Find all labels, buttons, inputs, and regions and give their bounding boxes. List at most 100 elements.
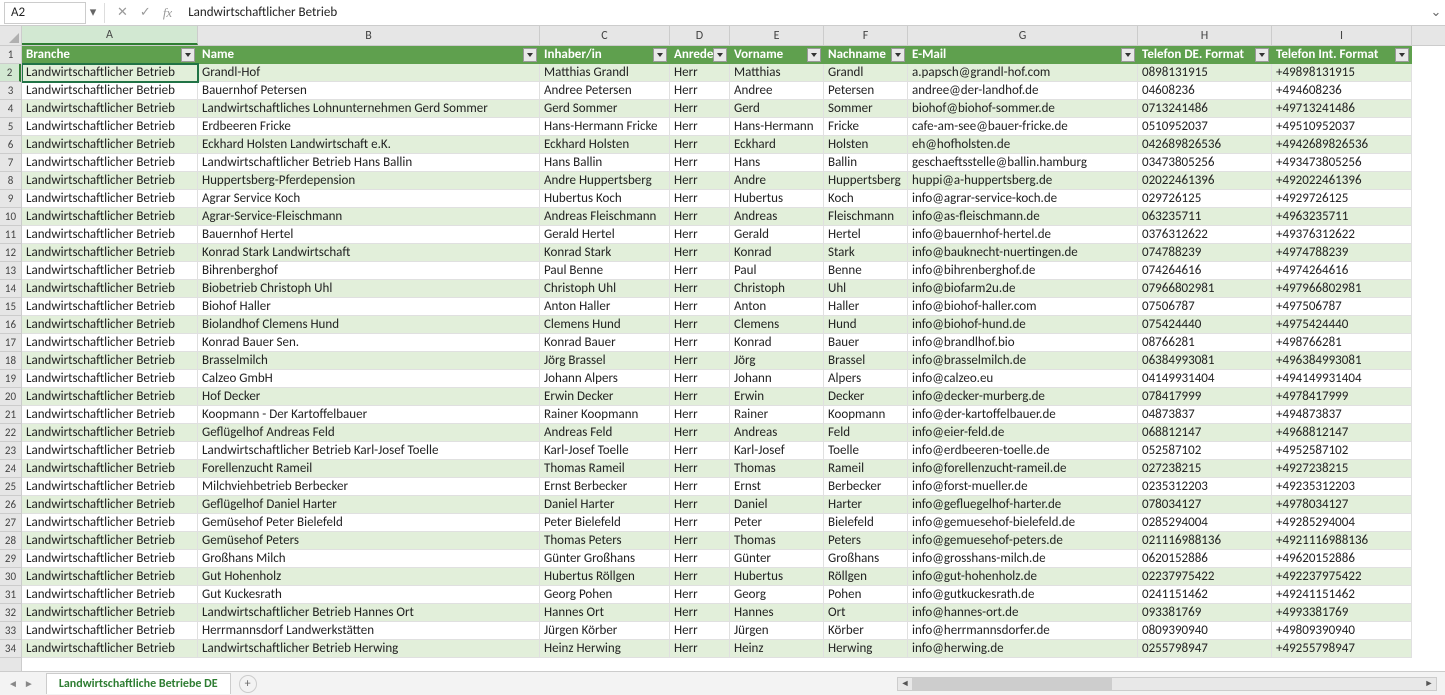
filter-button[interactable] xyxy=(1395,48,1409,62)
cell[interactable]: Forellenzucht Rameil xyxy=(198,460,540,478)
cell[interactable]: Konrad Stark xyxy=(540,244,670,262)
cell[interactable]: Landwirtschaftlicher Betrieb xyxy=(22,478,198,496)
cell[interactable]: Berbecker xyxy=(824,478,908,496)
cell[interactable]: Christoph Uhl xyxy=(540,280,670,298)
cell[interactable]: info@biofarm2u.de xyxy=(908,280,1138,298)
cell[interactable]: +4929726125 xyxy=(1272,190,1412,208)
cell[interactable]: Landwirtschaftlicher Betrieb xyxy=(22,154,198,172)
filter-button[interactable] xyxy=(713,48,727,62)
row-header-17[interactable]: 17 xyxy=(0,334,21,352)
cell[interactable]: info@erdbeeren-toelle.de xyxy=(908,442,1138,460)
row-header-8[interactable]: 8 xyxy=(0,172,21,190)
cell[interactable]: Grandl xyxy=(824,64,908,82)
cell[interactable]: Calzeo GmbH xyxy=(198,370,540,388)
cell[interactable]: Christoph xyxy=(730,280,824,298)
cell[interactable]: Eckhard Holsten xyxy=(540,136,670,154)
cell[interactable]: Toelle xyxy=(824,442,908,460)
cell[interactable]: Herr xyxy=(670,406,730,424)
cell[interactable]: Gemüsehof Peters xyxy=(198,532,540,550)
cell[interactable]: Großhans Milch xyxy=(198,550,540,568)
cell[interactable]: biohof@biohof-sommer.de xyxy=(908,100,1138,118)
cell[interactable]: Agrar Service Koch xyxy=(198,190,540,208)
cell[interactable]: Herr xyxy=(670,442,730,460)
cell[interactable]: 0713241486 xyxy=(1138,100,1272,118)
cell[interactable]: Landwirtschaftlicher Betrieb xyxy=(22,82,198,100)
tab-first-icon[interactable]: ◄ xyxy=(6,677,20,690)
cell[interactable]: Daniel Harter xyxy=(540,496,670,514)
row-header-13[interactable]: 13 xyxy=(0,262,21,280)
row-header-3[interactable]: 3 xyxy=(0,82,21,100)
row-header-14[interactable]: 14 xyxy=(0,280,21,298)
cell[interactable]: Gerd xyxy=(730,100,824,118)
cell[interactable]: Andreas xyxy=(730,424,824,442)
cell[interactable]: Thomas xyxy=(730,460,824,478)
name-box[interactable]: A2 xyxy=(4,2,86,24)
cell[interactable]: 07966802981 xyxy=(1138,280,1272,298)
cell[interactable]: Herwing xyxy=(824,640,908,658)
filter-button[interactable] xyxy=(807,48,821,62)
cell[interactable]: Peter xyxy=(730,514,824,532)
cell[interactable]: +4921116988136 xyxy=(1272,532,1412,550)
cell[interactable]: Feld xyxy=(824,424,908,442)
col-header-I[interactable]: I xyxy=(1272,26,1412,45)
cell[interactable]: Koch xyxy=(824,190,908,208)
scroll-left-icon[interactable]: ◄ xyxy=(898,678,912,690)
cell[interactable]: Geflügelhof Andreas Feld xyxy=(198,424,540,442)
cell[interactable]: info@herrmannsdorfer.de xyxy=(908,622,1138,640)
cell[interactable]: Brassel xyxy=(824,352,908,370)
cell[interactable]: Landwirtschaftlicher Betrieb xyxy=(22,622,198,640)
cell[interactable]: Landwirtschaftlicher Betrieb xyxy=(22,100,198,118)
cell[interactable]: Herr xyxy=(670,550,730,568)
cell[interactable]: Gerd Sommer xyxy=(540,100,670,118)
cell[interactable]: Ernst Berbecker xyxy=(540,478,670,496)
cell[interactable]: +4942689826536 xyxy=(1272,136,1412,154)
cell[interactable]: info@gutkuckesrath.de xyxy=(908,586,1138,604)
cell[interactable]: Landwirtschaftlicher Betrieb xyxy=(22,532,198,550)
cell[interactable]: Andre xyxy=(730,172,824,190)
cell[interactable]: Günter xyxy=(730,550,824,568)
cell[interactable]: +498766281 xyxy=(1272,334,1412,352)
cell[interactable]: info@der-kartoffelbauer.de xyxy=(908,406,1138,424)
cell[interactable]: info@forst-mueller.de xyxy=(908,478,1138,496)
cell[interactable]: info@bauknecht-nuertingen.de xyxy=(908,244,1138,262)
cell[interactable]: info@calzeo.eu xyxy=(908,370,1138,388)
cell[interactable]: info@gut-hohenholz.de xyxy=(908,568,1138,586)
cell[interactable]: Biobetrieb Christoph Uhl xyxy=(198,280,540,298)
cell[interactable]: +4974264616 xyxy=(1272,262,1412,280)
cell[interactable]: 074788239 xyxy=(1138,244,1272,262)
filter-button[interactable] xyxy=(653,48,667,62)
cell[interactable]: Herr xyxy=(670,172,730,190)
cell[interactable]: geschaeftsstelle@ballin.hamburg xyxy=(908,154,1138,172)
row-header-11[interactable]: 11 xyxy=(0,226,21,244)
row-header-12[interactable]: 12 xyxy=(0,244,21,262)
cell[interactable]: Landwirtschaftlicher Betrieb xyxy=(22,280,198,298)
cell[interactable]: 075424440 xyxy=(1138,316,1272,334)
cell[interactable]: info@bihrenberghof.de xyxy=(908,262,1138,280)
cell[interactable]: Erdbeeren Fricke xyxy=(198,118,540,136)
row-header-30[interactable]: 30 xyxy=(0,568,21,586)
cell[interactable]: 0235312203 xyxy=(1138,478,1272,496)
cell[interactable]: +49241151462 xyxy=(1272,586,1412,604)
cell[interactable]: 027238215 xyxy=(1138,460,1272,478)
cell[interactable]: +4968812147 xyxy=(1272,424,1412,442)
cell[interactable]: Röllgen xyxy=(824,568,908,586)
filter-button[interactable] xyxy=(523,48,537,62)
cell[interactable]: +494608236 xyxy=(1272,82,1412,100)
cell[interactable]: Karl-Josef xyxy=(730,442,824,460)
cell[interactable]: Harter xyxy=(824,496,908,514)
cell[interactable]: Hans-Hermann Fricke xyxy=(540,118,670,136)
cell[interactable]: Uhl xyxy=(824,280,908,298)
cell[interactable]: Matthias xyxy=(730,64,824,82)
row-header-9[interactable]: 9 xyxy=(0,190,21,208)
filter-button[interactable] xyxy=(1255,48,1269,62)
cell[interactable]: +4952587102 xyxy=(1272,442,1412,460)
cell[interactable]: Rainer Koopmann xyxy=(540,406,670,424)
row-header-26[interactable]: 26 xyxy=(0,496,21,514)
cell[interactable]: eh@hofholsten.de xyxy=(908,136,1138,154)
confirm-icon[interactable]: ✓ xyxy=(138,5,153,21)
cell[interactable]: Hubertus Koch xyxy=(540,190,670,208)
cell[interactable]: Günter Großhans xyxy=(540,550,670,568)
col-header-A[interactable]: A xyxy=(22,26,198,45)
name-box-dropdown[interactable]: ▾ xyxy=(86,5,100,20)
cell[interactable]: info@forellenzucht-rameil.de xyxy=(908,460,1138,478)
